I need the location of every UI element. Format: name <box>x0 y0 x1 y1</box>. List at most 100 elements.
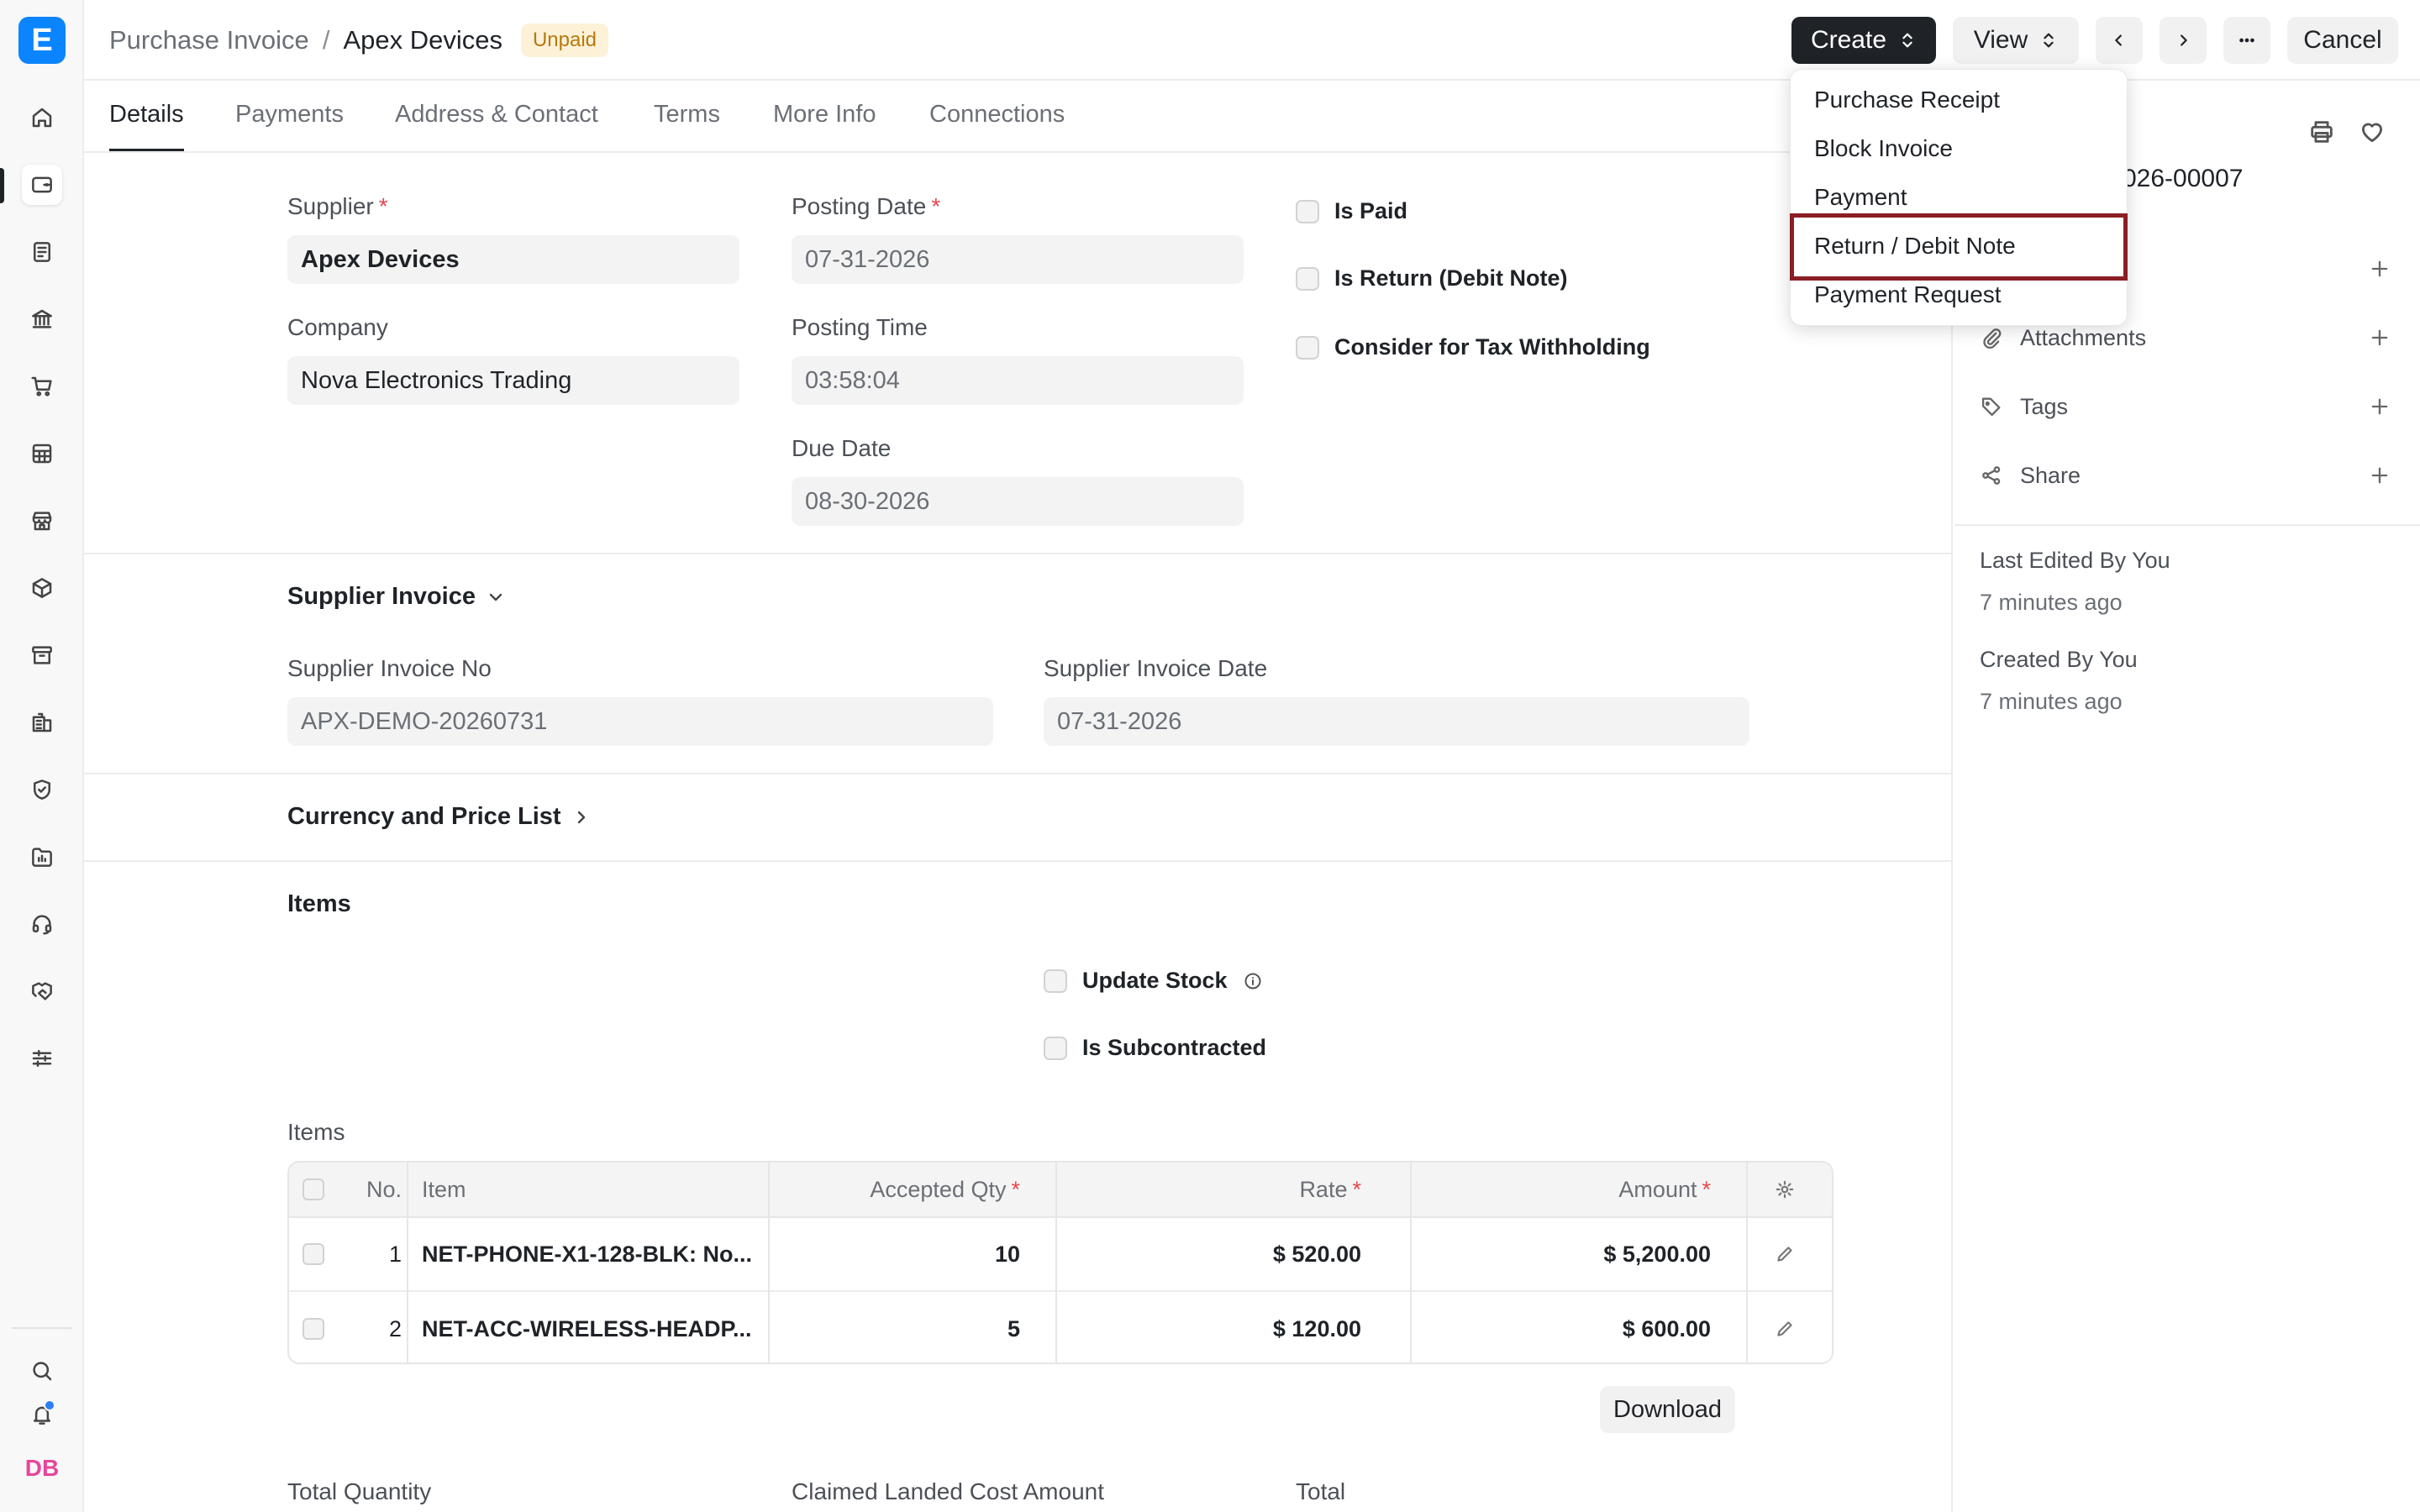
more-actions-button[interactable] <box>2223 17 2270 64</box>
supplier-field[interactable]: Apex Devices <box>287 235 739 284</box>
row-number: 1 <box>388 1241 402 1267</box>
download-button[interactable]: Download <box>1600 1386 1735 1433</box>
sidebar-attachments[interactable]: Attachments <box>1980 321 2391 354</box>
section-divider <box>84 773 1953 774</box>
item-code-cell[interactable]: NET-PHONE-X1-128-BLK: No... <box>422 1218 758 1290</box>
home-icon[interactable] <box>22 97 62 138</box>
checkbox-box[interactable] <box>1044 969 1067 993</box>
shield-icon[interactable] <box>22 769 62 810</box>
row-checkbox[interactable] <box>302 1292 328 1362</box>
tab-connections[interactable]: Connections <box>929 101 1065 149</box>
checkbox-box[interactable] <box>1044 1036 1067 1060</box>
plus-icon[interactable] <box>2368 257 2391 281</box>
table-header: No. Item Accepted Qty * Rate * Amount * <box>289 1163 1832 1218</box>
menu-item-block-invoice[interactable]: Block Invoice <box>1814 135 1953 162</box>
plus-icon[interactable] <box>2368 464 2391 487</box>
wallet-icon[interactable] <box>22 165 62 205</box>
view-button[interactable]: View <box>1953 17 2079 64</box>
is-subcontracted-checkbox[interactable]: Is Subcontracted <box>1044 1035 1266 1061</box>
company-label: Company <box>287 314 388 340</box>
tax-withholding-checkbox[interactable]: Consider for Tax Withholding <box>1296 334 1650 360</box>
notification-dot <box>44 1399 55 1411</box>
item-code-cell[interactable]: NET-ACC-WIRELESS-HEADP... <box>422 1292 758 1362</box>
avatar[interactable]: DB <box>22 1448 62 1488</box>
rail-divider <box>12 1327 72 1329</box>
share-icon <box>1982 466 2001 485</box>
breadcrumb-parent[interactable]: Purchase Invoice <box>109 25 309 55</box>
search-icon[interactable] <box>22 1351 62 1391</box>
table-icon[interactable] <box>22 433 62 474</box>
next-button[interactable] <box>2160 17 2207 64</box>
cancel-button[interactable]: Cancel <box>2287 17 2398 64</box>
checkbox-box[interactable] <box>1296 199 1319 223</box>
column-settings-button[interactable] <box>1768 1163 1802 1216</box>
edit-row-button[interactable] <box>1768 1292 1802 1362</box>
app-logo[interactable]: E <box>18 17 66 64</box>
status-badge: Unpaid <box>520 24 609 57</box>
supplier-invoice-date-field[interactable]: 07-31-2026 <box>1044 697 1749 746</box>
row-checkbox[interactable] <box>302 1218 328 1290</box>
is-paid-checkbox[interactable]: Is Paid <box>1296 198 1407 224</box>
printer-icon[interactable] <box>2307 118 2336 146</box>
tab-address-contact[interactable]: Address & Contact <box>395 101 598 149</box>
building-icon[interactable] <box>22 702 62 743</box>
supplier-invoice-no-field[interactable]: APX-DEMO-20260731 <box>287 697 993 746</box>
rate-cell[interactable]: $ 120.00 <box>1096 1292 1361 1362</box>
handshake-icon[interactable] <box>22 971 62 1011</box>
sidebar-tags[interactable]: Tags <box>1980 390 2391 423</box>
items-table: No. Item Accepted Qty * Rate * Amount * 1 N… <box>287 1161 1833 1364</box>
sidebar-share[interactable]: Share <box>1980 459 2391 492</box>
posting-date-field[interactable]: 07-31-2026 <box>792 235 1244 284</box>
column-divider <box>1055 1163 1057 1362</box>
company-field[interactable]: Nova Electronics Trading <box>287 356 739 405</box>
tab-payments[interactable]: Payments <box>235 101 344 149</box>
due-date-field[interactable]: 08-30-2026 <box>792 477 1244 526</box>
headset-icon[interactable] <box>22 904 62 944</box>
is-return-label: Is Return (Debit Note) <box>1334 265 1568 291</box>
checkbox-box[interactable] <box>1296 335 1319 360</box>
heart-icon[interactable] <box>2358 118 2386 146</box>
plus-icon[interactable] <box>2368 326 2391 349</box>
supplier-label: Supplier * <box>287 193 388 219</box>
sliders-icon[interactable] <box>22 1038 62 1079</box>
posting-time-field[interactable]: 03:58:04 <box>792 356 1244 405</box>
bank-icon[interactable] <box>22 299 62 339</box>
menu-item-payment[interactable]: Payment <box>1814 184 1907 211</box>
create-button[interactable]: Create <box>1791 17 1936 64</box>
table-row[interactable]: 2 NET-ACC-WIRELESS-HEADP... 5 $ 120.00 $… <box>289 1292 1832 1362</box>
document-icon[interactable] <box>22 232 62 272</box>
select-all-checkbox[interactable] <box>302 1163 328 1216</box>
amount-cell: $ 5,200.00 <box>1603 1241 1711 1267</box>
create-label: Create <box>1810 26 1887 54</box>
accepted-qty-cell[interactable]: 5 <box>785 1292 1020 1362</box>
cart-icon[interactable] <box>22 366 62 407</box>
accepted-qty-cell[interactable]: 10 <box>785 1218 1020 1290</box>
plus-icon[interactable] <box>2368 395 2391 418</box>
archive-icon[interactable] <box>22 635 62 675</box>
tab-more-info[interactable]: More Info <box>773 101 876 149</box>
menu-item-purchase-receipt[interactable]: Purchase Receipt <box>1814 87 2000 113</box>
update-stock-checkbox[interactable]: Update Stock <box>1044 968 1263 994</box>
table-row[interactable]: 1 NET-PHONE-X1-128-BLK: No... 10 $ 520.0… <box>289 1218 1832 1292</box>
is-subcontracted-label: Is Subcontracted <box>1082 1035 1267 1060</box>
items-table-label: Items <box>287 1119 345 1145</box>
checkbox-box[interactable] <box>1296 266 1319 291</box>
column-divider <box>1410 1163 1412 1362</box>
supplier-invoice-section-toggle[interactable]: Supplier Invoice <box>287 583 506 611</box>
store-icon[interactable] <box>22 501 62 541</box>
package-icon[interactable] <box>22 568 62 608</box>
folder-chart-icon[interactable] <box>22 837 62 877</box>
breadcrumb: Purchase Invoice / Apex Devices Unpaid <box>109 24 609 57</box>
edit-row-button[interactable] <box>1768 1218 1802 1290</box>
info-icon[interactable] <box>1243 971 1263 991</box>
bell-icon[interactable] <box>22 1394 62 1435</box>
currency-section-toggle[interactable]: Currency and Price List <box>287 803 592 831</box>
is-return-checkbox[interactable]: Is Return (Debit Note) <box>1296 265 1568 291</box>
menu-item-payment-request[interactable]: Payment Request <box>1814 281 2002 308</box>
previous-button[interactable] <box>2096 17 2143 64</box>
tab-details[interactable]: Details <box>109 101 184 151</box>
supplier-invoice-title: Supplier Invoice <box>287 583 476 610</box>
tab-terms[interactable]: Terms <box>654 101 720 149</box>
pencil-icon <box>1777 1247 1792 1262</box>
rate-cell[interactable]: $ 520.00 <box>1096 1218 1361 1290</box>
